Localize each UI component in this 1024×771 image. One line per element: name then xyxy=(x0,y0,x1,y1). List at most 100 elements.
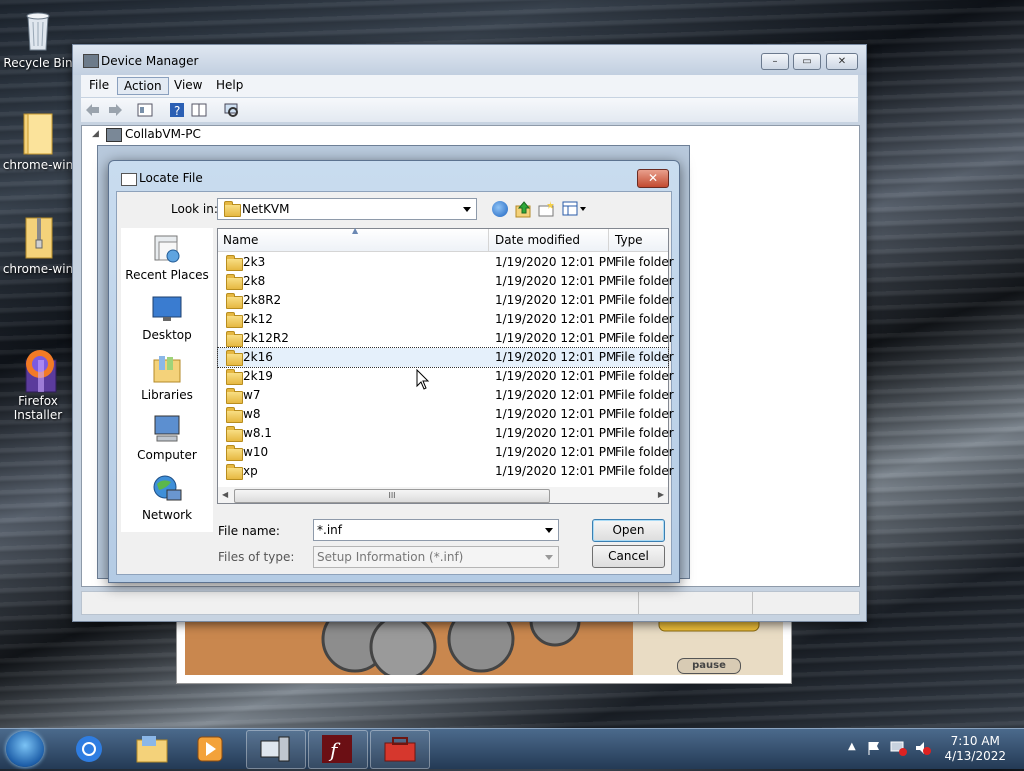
file-date: 1/19/2020 12:01 PM xyxy=(495,464,617,478)
file-name: w10 xyxy=(243,445,269,459)
explorer-icon xyxy=(136,736,168,763)
folder-icon xyxy=(18,110,58,155)
file-name: 2k8 xyxy=(243,274,266,288)
media-player-icon xyxy=(197,736,223,762)
help-icon[interactable]: ? xyxy=(169,102,185,118)
look-in-dropdown[interactable]: NetKVM xyxy=(217,198,477,220)
file-date: 1/19/2020 12:01 PM xyxy=(495,445,617,459)
taskbar-media-player[interactable] xyxy=(182,730,240,767)
desktop-icon-recycle-bin[interactable]: Recycle Bin xyxy=(2,8,74,70)
file-date: 1/19/2020 12:01 PM xyxy=(495,331,617,345)
taskbar-flash[interactable]: f xyxy=(308,730,368,769)
file-list: Name ▲ Date modified Type 2k3 1/19/2020 1… xyxy=(217,226,674,504)
chrome-icon xyxy=(76,736,102,762)
file-name-input[interactable]: *.inf xyxy=(313,519,559,541)
pause-button[interactable]: pause xyxy=(677,658,741,674)
column-name[interactable]: Name xyxy=(223,233,258,247)
cancel-button[interactable]: Cancel xyxy=(592,545,665,568)
file-row[interactable]: 2k19 1/19/2020 12:01 PM File folder xyxy=(218,367,674,386)
close-button[interactable]: ✕ xyxy=(826,53,858,70)
folder-icon xyxy=(226,426,243,442)
tree-root[interactable]: CollabVM-PC xyxy=(125,127,201,141)
file-type-dropdown[interactable]: Setup Information (*.inf) xyxy=(313,546,559,568)
file-row[interactable]: w7 1/19/2020 12:01 PM File folder xyxy=(218,386,674,405)
file-row[interactable]: 2k8 1/19/2020 12:01 PM File folder xyxy=(218,272,674,291)
taskbar-device-manager[interactable] xyxy=(246,730,306,769)
taskbar: f ▲ 7:10 AM 4/13/2022 xyxy=(0,728,1024,769)
libraries-icon xyxy=(151,354,183,384)
show-hidden-icons-icon[interactable]: ▲ xyxy=(848,741,856,752)
column-type[interactable]: Type xyxy=(615,233,643,247)
desktop-icon xyxy=(151,294,183,324)
close-button[interactable]: ✕ xyxy=(637,169,669,188)
taskbar-chrome[interactable] xyxy=(60,730,118,767)
maximize-button[interactable]: ▭ xyxy=(793,53,821,70)
file-name: 2k3 xyxy=(243,255,266,269)
scroll-left-icon[interactable]: ◀ xyxy=(222,490,228,499)
device-manager-icon xyxy=(83,54,99,68)
back-icon[interactable] xyxy=(492,201,508,217)
file-row[interactable]: 2k8R2 1/19/2020 12:01 PM File folder xyxy=(218,291,674,310)
place-libraries[interactable]: Libraries xyxy=(121,354,213,402)
folder-icon xyxy=(226,464,243,480)
column-date-modified[interactable]: Date modified xyxy=(495,233,580,247)
chevron-down-icon xyxy=(463,207,471,212)
desktop-icon-chrome-win-zip[interactable]: chrome-win xyxy=(2,214,74,276)
file-row[interactable]: w8.1 1/19/2020 12:01 PM File folder xyxy=(218,424,674,443)
properties-icon[interactable] xyxy=(137,102,153,118)
folder-icon xyxy=(226,255,243,271)
volume-muted-icon[interactable] xyxy=(914,740,932,756)
menu-help[interactable]: Help xyxy=(210,77,249,93)
menu-view[interactable]: View xyxy=(168,77,208,93)
forward-icon[interactable] xyxy=(107,102,123,118)
new-folder-icon[interactable] xyxy=(538,200,556,221)
scroll-right-icon[interactable]: ▶ xyxy=(658,490,664,499)
back-icon[interactable] xyxy=(85,102,101,118)
views-menu-icon[interactable] xyxy=(562,201,588,220)
file-name: 2k12R2 xyxy=(243,331,289,345)
file-row[interactable]: 2k12R2 1/19/2020 12:01 PM File folder xyxy=(218,329,674,348)
computer-icon xyxy=(106,128,122,142)
minimize-button[interactable]: – xyxy=(761,53,789,70)
place-network[interactable]: Network xyxy=(121,474,213,522)
file-name: 2k16 xyxy=(243,350,273,364)
file-row[interactable]: xp 1/19/2020 12:01 PM File folder xyxy=(218,462,674,481)
system-tray: ▲ 7:10 AM 4/13/2022 xyxy=(834,729,1024,769)
game-window: pause xyxy=(176,595,792,684)
scrollbar-thumb[interactable]: III xyxy=(234,489,550,503)
up-folder-icon[interactable] xyxy=(515,200,533,221)
clock[interactable]: 7:10 AM 4/13/2022 xyxy=(944,734,1006,764)
file-type-label: Files of type: xyxy=(218,550,295,564)
action-center-flag-icon[interactable] xyxy=(866,740,882,756)
svg-text:?: ? xyxy=(174,104,180,118)
network-disconnected-icon[interactable] xyxy=(890,740,908,756)
view-icon[interactable] xyxy=(191,102,207,118)
file-row[interactable]: w8 1/19/2020 12:01 PM File folder xyxy=(218,405,674,424)
file-row[interactable]: 2k3 1/19/2020 12:01 PM File folder xyxy=(218,253,674,272)
start-button[interactable] xyxy=(6,731,44,767)
title-bar[interactable]: Device Manager – ▭ ✕ xyxy=(73,45,866,75)
place-desktop[interactable]: Desktop xyxy=(121,294,213,342)
desktop-icon-firefox-installer[interactable]: Firefox Installer xyxy=(2,318,74,436)
desktop-icon-chrome-win-folder[interactable]: chrome-win xyxy=(2,110,74,172)
place-computer[interactable]: Computer xyxy=(121,414,213,462)
file-row[interactable]: 2k12 1/19/2020 12:01 PM File folder xyxy=(218,310,674,329)
file-name: 2k19 xyxy=(243,369,273,383)
desktop-icon-label: chrome-win xyxy=(2,262,74,276)
horizontal-scrollbar[interactable]: ◀ III ▶ xyxy=(218,487,668,503)
scan-hardware-icon[interactable] xyxy=(223,102,239,118)
open-button[interactable]: Open xyxy=(592,519,665,542)
file-date: 1/19/2020 12:01 PM xyxy=(495,426,617,440)
place-recent-places[interactable]: Recent Places xyxy=(121,234,213,282)
expand-icon[interactable]: ◢ xyxy=(92,129,99,139)
file-row[interactable]: w10 1/19/2020 12:01 PM File folder xyxy=(218,443,674,462)
game-canvas[interactable]: pause xyxy=(185,595,783,681)
taskbar-explorer[interactable] xyxy=(122,730,180,767)
file-type: File folder xyxy=(615,312,674,326)
menu-action[interactable]: Action xyxy=(117,77,169,95)
file-row[interactable]: 2k16 1/19/2020 12:01 PM File folder xyxy=(217,347,674,368)
menu-file[interactable]: File xyxy=(83,77,115,93)
taskbar-toolbox[interactable] xyxy=(370,730,430,769)
clock-time: 7:10 AM xyxy=(950,734,1000,748)
place-label: Libraries xyxy=(141,388,193,402)
